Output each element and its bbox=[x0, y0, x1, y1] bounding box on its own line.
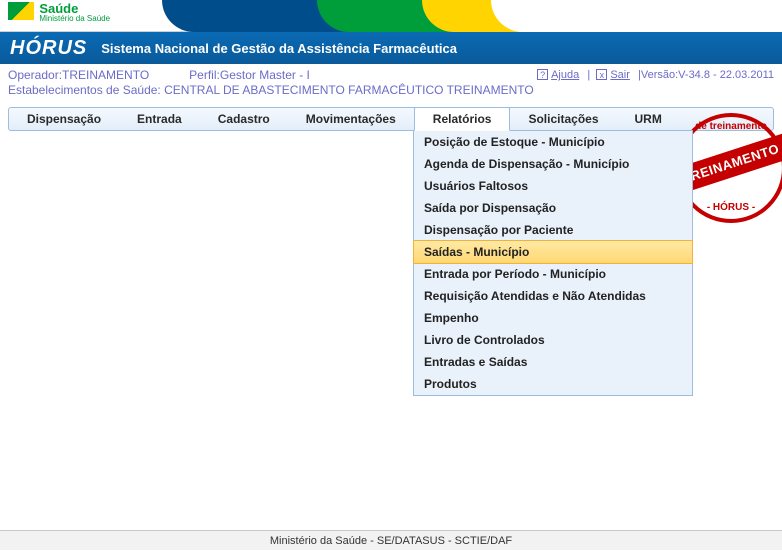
perfil-value: Gestor Master - I bbox=[220, 68, 310, 82]
gov-brand-text: Saúde Ministério da Saúde bbox=[39, 2, 110, 23]
menu-item-movimentacoes[interactable]: Movimentações bbox=[288, 108, 414, 130]
header-swoosh-decor bbox=[162, 0, 782, 32]
gov-header: Saúde Ministério da Saúde bbox=[0, 0, 782, 32]
perfil-label: Perfil: bbox=[189, 68, 220, 82]
dropdown-item[interactable]: Agenda de Dispensação - Município bbox=[414, 153, 692, 175]
dropdown-item[interactable]: Livro de Controlados bbox=[414, 329, 692, 351]
dropdown-item[interactable]: Produtos bbox=[414, 373, 692, 395]
estab-label: Estabelecimentos de Saúde: bbox=[8, 83, 161, 97]
help-icon: ? bbox=[537, 69, 548, 80]
dropdown-item[interactable]: Posição de Estoque - Município bbox=[414, 131, 692, 153]
dropdown-item[interactable]: Requisição Atendidas e Não Atendidas bbox=[414, 285, 692, 307]
app-subtitle: Sistema Nacional de Gestão da Assistênci… bbox=[101, 41, 457, 56]
menubar: DispensaçãoEntradaCadastroMovimentaçõesR… bbox=[8, 107, 774, 131]
versao-label: |Versão:V-34.8 - 22.03.2011 bbox=[638, 69, 774, 81]
dropdown-item[interactable]: Entrada por Período - Município bbox=[414, 263, 692, 285]
dropdown-item[interactable]: Entradas e Saídas bbox=[414, 351, 692, 373]
relatorios-dropdown: Posição de Estoque - MunicípioAgenda de … bbox=[413, 130, 693, 396]
info-left: Operador:TREINAMENTO Perfil:Gestor Maste… bbox=[8, 68, 310, 82]
info-right: ?Ajuda | xSair |Versão:V-34.8 - 22.03.20… bbox=[537, 69, 774, 81]
dropdown-item[interactable]: Saídas - Município bbox=[413, 240, 693, 264]
menu-item-urm[interactable]: URM bbox=[617, 108, 680, 130]
menu-item-dispensacao[interactable]: Dispensação bbox=[9, 108, 119, 130]
ajuda-link[interactable]: Ajuda bbox=[551, 69, 579, 81]
app-name: HÓRUS bbox=[10, 37, 87, 60]
menu-item-entrada[interactable]: Entrada bbox=[119, 108, 200, 130]
menu-item-solicitacoes[interactable]: Solicitações bbox=[510, 108, 616, 130]
dropdown-item[interactable]: Usuários Faltosos bbox=[414, 175, 692, 197]
gov-line2: Ministério da Saúde bbox=[39, 15, 110, 23]
close-icon: x bbox=[596, 69, 607, 80]
menu-item-relatorios[interactable]: Relatórios bbox=[414, 107, 511, 131]
system-header: HÓRUS Sistema Nacional de Gestão da Assi… bbox=[0, 32, 782, 64]
operador-value: TREINAMENTO bbox=[62, 68, 149, 82]
brazil-flag-icon bbox=[8, 2, 34, 20]
menu-item-cadastro[interactable]: Cadastro bbox=[200, 108, 288, 130]
content-area: DispensaçãoEntradaCadastroMovimentaçõesR… bbox=[0, 99, 782, 131]
dropdown-item[interactable]: Dispensação por Paciente bbox=[414, 219, 692, 241]
footer: Ministério da Saúde - SE/DATASUS - SCTIE… bbox=[0, 530, 782, 550]
info-row2: Estabelecimentos de Saúde: CENTRAL DE AB… bbox=[8, 83, 774, 97]
info-bar: Operador:TREINAMENTO Perfil:Gestor Maste… bbox=[0, 64, 782, 99]
sair-link[interactable]: Sair bbox=[610, 69, 630, 81]
dropdown-item[interactable]: Saída por Dispensação bbox=[414, 197, 692, 219]
operador-label: Operador: bbox=[8, 68, 62, 82]
dropdown-item[interactable]: Empenho bbox=[414, 307, 692, 329]
gov-brand: Saúde Ministério da Saúde bbox=[8, 2, 110, 23]
estab-value: CENTRAL DE ABASTECIMENTO FARMACÊUTICO TR… bbox=[164, 83, 534, 97]
